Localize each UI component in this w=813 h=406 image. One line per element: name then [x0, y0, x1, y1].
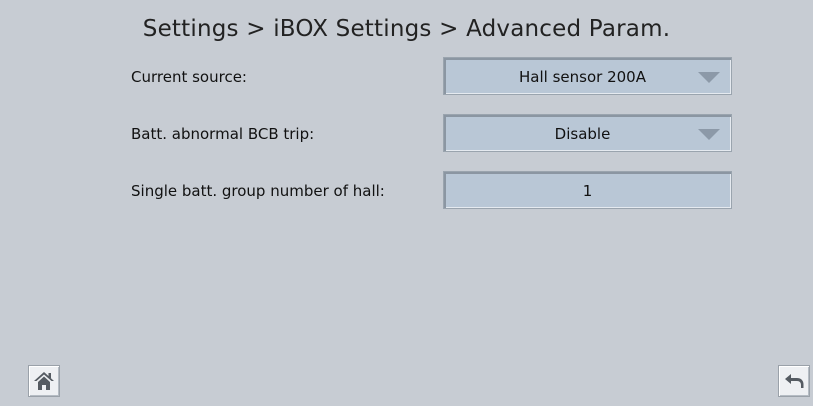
back-button[interactable] [778, 365, 810, 397]
hall-number-input[interactable]: 1 [443, 171, 732, 209]
home-button[interactable] [28, 365, 60, 397]
back-arrow-icon [785, 374, 804, 388]
home-icon [34, 372, 54, 390]
bcb-trip-value: Disable [554, 125, 611, 143]
hall-number-value: 1 [582, 182, 593, 200]
dropdown-arrow-icon [698, 72, 720, 83]
param-row-current-source: Current source: Hall sensor 200A [0, 57, 813, 99]
current-source-label: Current source: [131, 68, 247, 86]
bcb-trip-dropdown[interactable]: Disable [443, 114, 732, 152]
page-title: Settings > iBOX Settings > Advanced Para… [142, 16, 671, 42]
current-source-dropdown[interactable]: Hall sensor 200A [443, 57, 732, 95]
param-row-bcb-trip: Batt. abnormal BCB trip: Disable [0, 114, 813, 156]
bcb-trip-label: Batt. abnormal BCB trip: [131, 125, 315, 143]
hall-number-label: Single batt. group number of hall: [131, 182, 385, 200]
param-row-hall-number: Single batt. group number of hall: 1 [0, 171, 813, 213]
current-source-value: Hall sensor 200A [519, 68, 646, 86]
dropdown-arrow-icon [698, 129, 720, 140]
